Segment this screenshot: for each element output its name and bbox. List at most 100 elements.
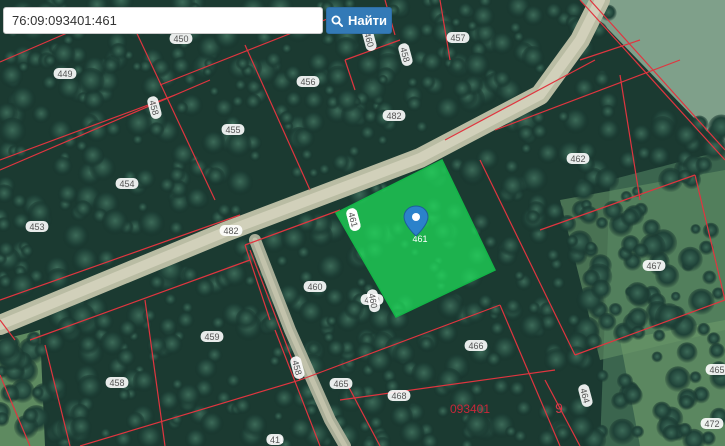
search-button[interactable]: Найти <box>326 7 392 34</box>
parcel-label: 093401 <box>450 402 490 416</box>
tree-crown <box>406 96 423 112</box>
svg-text:468: 468 <box>391 391 406 401</box>
tree-crown <box>418 336 434 352</box>
tree-crown <box>566 313 581 328</box>
tree-crown <box>504 159 520 175</box>
tree-crown <box>134 168 156 190</box>
tree-crown <box>326 339 345 358</box>
tree-crown <box>217 203 232 218</box>
tree-crown <box>77 374 103 401</box>
svg-text:482: 482 <box>223 226 238 236</box>
tree-crown <box>546 248 560 263</box>
svg-text:460: 460 <box>307 282 322 292</box>
tree-crown <box>234 79 247 92</box>
tree-crown <box>101 208 129 236</box>
tree-crown <box>631 425 645 439</box>
tree-crown <box>269 355 281 367</box>
tree-crown <box>117 389 131 402</box>
tree-crown <box>505 426 517 438</box>
tree-crown <box>168 221 184 236</box>
tree-crown <box>206 167 225 187</box>
svg-text:459: 459 <box>204 332 219 342</box>
svg-text:454: 454 <box>119 179 134 189</box>
tree-crown <box>537 403 556 422</box>
tree-crown <box>146 336 167 356</box>
tree-crown <box>525 210 541 225</box>
tree-crown <box>235 57 250 71</box>
tree-crown <box>398 22 423 46</box>
tree-crown <box>415 121 428 134</box>
tree-crown <box>138 210 165 238</box>
tree-crown <box>303 90 324 111</box>
tree-crown <box>96 249 117 269</box>
tree-crown <box>702 222 720 240</box>
tree-crown <box>273 388 295 410</box>
tree-crown <box>625 282 650 307</box>
tree-crown <box>244 93 262 111</box>
tree-crown <box>652 401 672 421</box>
tree-crown <box>308 168 319 179</box>
tree-crown <box>18 61 29 73</box>
tree-crown <box>420 75 436 91</box>
tree-crown <box>504 298 522 316</box>
tree-crown <box>522 5 545 27</box>
tree-crown <box>317 254 345 281</box>
tree-crown <box>57 184 78 205</box>
tree-crown <box>463 412 490 439</box>
tree-crown <box>149 274 165 291</box>
tree-crown <box>77 67 105 95</box>
tree-crown <box>332 154 350 172</box>
tree-crown <box>597 312 617 332</box>
tree-crown <box>457 2 474 19</box>
tree-crown <box>702 270 717 285</box>
tree-crown <box>279 111 295 126</box>
tree-crown <box>22 408 39 424</box>
tree-crown <box>708 342 725 360</box>
tree-crown <box>132 370 156 393</box>
tree-crown <box>696 322 711 337</box>
parcel-label: 465 <box>329 378 353 389</box>
tree-crown <box>11 193 27 210</box>
tree-crown <box>308 52 330 74</box>
svg-text:467: 467 <box>646 261 661 271</box>
parcel-label: 454 <box>115 178 139 189</box>
parcel-label: 460 <box>303 281 327 292</box>
tree-crown <box>543 348 569 374</box>
tree-crown <box>74 200 93 219</box>
tree-crown <box>326 315 338 327</box>
tree-crown <box>70 416 92 439</box>
satellite-map[interactable]: 450 457 449 456 458 455 482 462 454 453 482 461 467 4… <box>0 0 725 446</box>
tree-crown <box>399 420 425 446</box>
tree-crown <box>449 57 467 75</box>
svg-text:466: 466 <box>468 341 483 351</box>
tree-crown <box>148 122 165 138</box>
tree-crown <box>597 119 621 142</box>
svg-text:449: 449 <box>57 69 72 79</box>
tree-crown <box>493 70 511 88</box>
tree-crown <box>202 67 213 78</box>
parcel-label: 9 <box>555 400 563 416</box>
tree-crown <box>436 405 450 419</box>
svg-text:457: 457 <box>450 33 465 43</box>
search-icon <box>331 15 344 27</box>
tree-crown <box>521 46 545 69</box>
tree-crown <box>356 53 381 78</box>
tree-crown <box>78 335 99 356</box>
cadastral-search-input[interactable] <box>3 7 323 34</box>
tree-crown <box>306 342 322 357</box>
tree-crown <box>299 300 323 325</box>
tree-crown <box>201 130 226 156</box>
tree-crown <box>171 57 191 76</box>
tree-crown <box>551 276 565 290</box>
tree-crown <box>489 321 505 337</box>
tree-crown <box>229 204 242 217</box>
svg-text:482: 482 <box>386 111 401 121</box>
tree-crown <box>492 378 510 396</box>
tree-crown <box>43 54 57 68</box>
tree-crown <box>125 412 145 432</box>
tree-crown <box>695 156 713 174</box>
tree-crown <box>545 2 563 20</box>
tree-crown <box>519 313 545 340</box>
tree-crown <box>171 378 184 391</box>
tree-crown <box>568 415 595 441</box>
